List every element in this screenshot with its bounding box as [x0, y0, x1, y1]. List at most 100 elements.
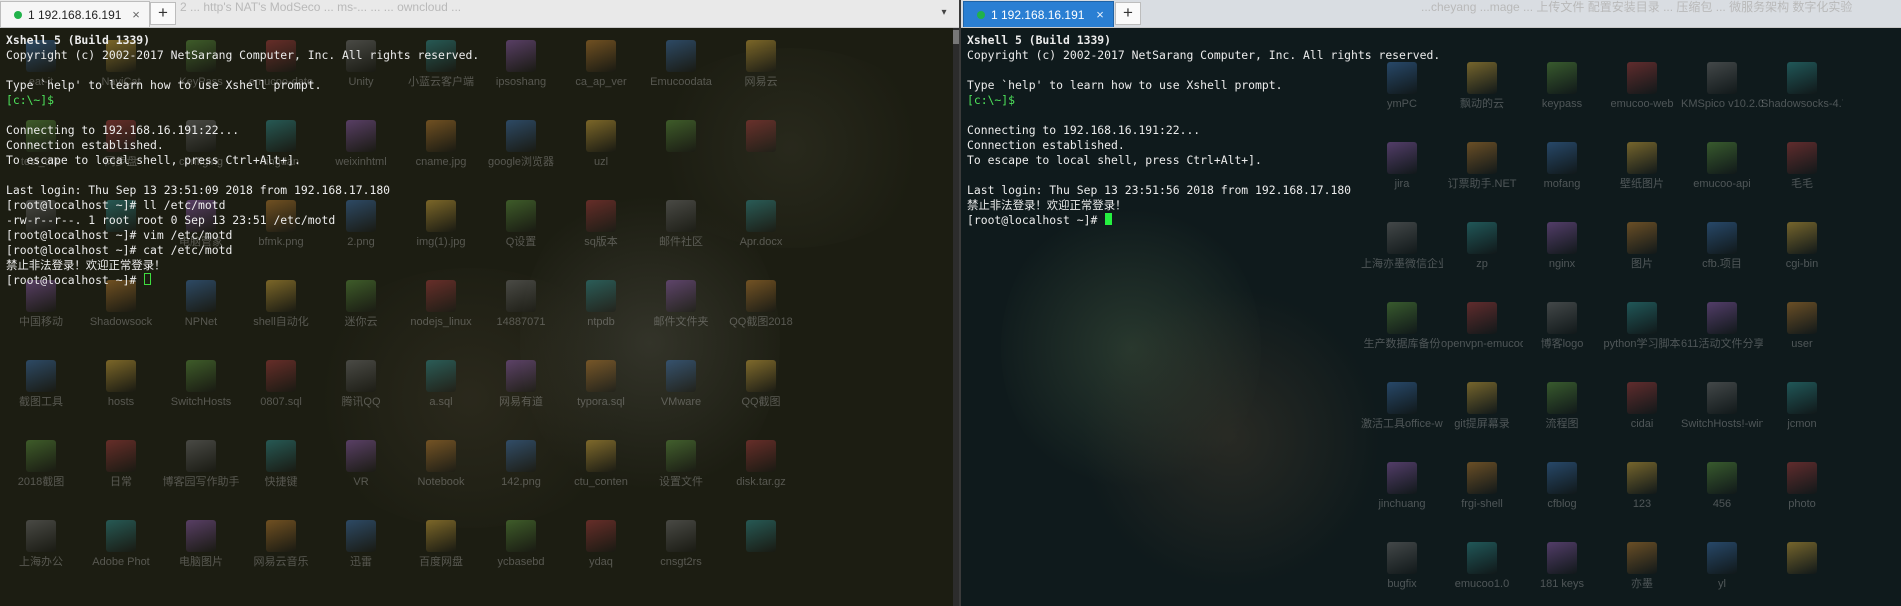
desktop-shortcut-label: a.sql — [429, 396, 453, 408]
tab-list-dropdown-icon[interactable]: ▾ — [935, 5, 953, 21]
desktop-shortcut-icon — [1787, 302, 1817, 334]
xshell-pane-right: ymPC 飘动的云 keypass emucoo-web KMSpico v10.2.0… — [961, 0, 1901, 606]
desktop-shortcut-label: 博客logo — [1540, 338, 1584, 350]
desktop-shortcut-icon — [746, 360, 776, 392]
desktop-taskbar-text: ...cheyang ...mage ... 上传文件 配置安装目录 ... 压… — [1421, 0, 1853, 14]
desktop-shortcut-label: 图片 — [1631, 258, 1653, 270]
desktop-shortcut-label: cidai — [1630, 418, 1654, 430]
desktop-shortcut-label: git提屏幕录 — [1454, 418, 1510, 430]
desktop-shortcut-label: ctu_conten — [574, 476, 628, 488]
desktop-shortcut-label: 邮件文件夹 — [653, 316, 709, 328]
desktop-shortcut-icon — [266, 440, 296, 472]
terminal-line: [root@localhost ~]# vim /etc/motd — [6, 228, 233, 242]
desktop-shortcut-label: 迷你云 — [344, 316, 378, 328]
desktop-shortcut-label: 激活工具office-windows — [1361, 418, 1443, 430]
desktop-shortcut-label: 611活动文件分享 — [1681, 338, 1763, 350]
session-tab-bar: ...cheyang ...mage ... 上传文件 配置安装目录 ... 压… — [961, 0, 1901, 28]
session-tab-bar: 2 ... http's NAT's ModSeco ... ms-... ..… — [0, 0, 959, 28]
desktop-shortcut-label: 电脑图片 — [179, 556, 223, 568]
desktop-shortcut-icon — [1467, 542, 1497, 574]
desktop-shortcut-icon — [506, 360, 536, 392]
desktop-shortcut-label: 设置文件 — [659, 476, 703, 488]
desktop-shortcut-icon — [186, 440, 216, 472]
terminal-line: [c:\~]$ — [6, 93, 55, 107]
desktop-shortcut-icon — [1707, 542, 1737, 574]
desktop-shortcut-label: 181 keys — [1539, 578, 1585, 590]
desktop-shortcut-label: 2018截图 — [17, 476, 65, 488]
add-tab-button[interactable]: + — [150, 2, 176, 25]
desktop-shortcut-label: disk.tar.gz — [736, 476, 786, 488]
desktop-shortcut-label: jcmon — [1787, 418, 1817, 430]
desktop-shortcut-icon — [666, 520, 696, 552]
session-tab[interactable]: 1 192.168.16.191 × — [0, 1, 150, 27]
close-tab-icon[interactable]: × — [1093, 7, 1107, 22]
desktop-shortcut-icon — [1787, 462, 1817, 494]
desktop-shortcut-label: ntpdb — [587, 316, 615, 328]
desktop-shortcut-label: 百度网盘 — [419, 556, 463, 568]
terminal-line: -rw-r--r--. 1 root root 0 Sep 13 23:51 /… — [6, 213, 336, 227]
desktop-shortcut-label: 截图工具 — [19, 396, 63, 408]
desktop-shortcut-icon — [426, 520, 456, 552]
desktop-shortcut-icon — [26, 520, 56, 552]
desktop-shortcut-label: python学习脚本 — [1603, 338, 1681, 350]
desktop-shortcut-icon — [266, 520, 296, 552]
desktop-shortcut-label: cgi-bin — [1785, 258, 1819, 270]
terminal-output[interactable]: Xshell 5 (Build 1339) Copyright (c) 2002-… — [6, 33, 953, 288]
desktop-shortcut-icon — [506, 440, 536, 472]
terminal-line: Type `help' to learn how to use Xshell p… — [967, 78, 1283, 92]
desktop-shortcut-label: jinchuang — [1378, 498, 1426, 510]
desktop-shortcut-icon — [1627, 542, 1657, 574]
desktop-shortcut-icon — [1387, 302, 1417, 334]
add-tab-button[interactable]: + — [1115, 2, 1141, 25]
terminal-line: To escape to local shell, press Ctrl+Alt… — [967, 153, 1262, 167]
desktop-shortcut-label: 142.png — [501, 476, 541, 488]
terminal-line: 禁止非法登录！欢迎正常登录！ — [967, 198, 1127, 212]
terminal-line: [root@localhost ~]# — [967, 213, 1895, 228]
desktop-shortcut-icon — [746, 520, 776, 552]
desktop-shortcut-icon — [346, 360, 376, 392]
desktop-shortcut-label: user — [1791, 338, 1813, 350]
desktop-taskbar-text: 2 ... http's NAT's ModSeco ... ms-... ..… — [180, 0, 462, 14]
desktop-shortcut-icon — [1547, 382, 1577, 414]
desktop-shortcut-label: 0807.sql — [260, 396, 302, 408]
desktop-shortcut-label: photo — [1788, 498, 1816, 510]
desktop-shortcut-icon — [106, 520, 136, 552]
session-tab-active[interactable]: 1 192.168.16.191 × — [963, 1, 1114, 27]
desktop-shortcut-icon — [1547, 462, 1577, 494]
desktop-shortcut-label: 博客园写作助手 — [162, 476, 240, 488]
terminal-line: [root@localhost ~]# cat /etc/motd — [6, 243, 233, 257]
terminal-cursor — [144, 273, 152, 285]
desktop-shortcut-label: Notebook — [417, 476, 465, 488]
terminal-output[interactable]: Xshell 5 (Build 1339) Copyright (c) 2002-… — [967, 33, 1895, 228]
terminal-line: Connecting to 192.168.16.191:22... — [967, 123, 1201, 137]
terminal-line: Xshell 5 (Build 1339) — [6, 33, 151, 47]
desktop-shortcut-label: 迅雷 — [350, 556, 372, 568]
desktop-shortcut-label: bugfix — [1387, 578, 1417, 590]
desktop-shortcut-label: typora.sql — [577, 396, 625, 408]
terminal-line: Copyright (c) 2002-2017 NetSarang Comput… — [6, 48, 480, 62]
desktop-shortcut-icon — [1387, 382, 1417, 414]
desktop-shortcut-label: ydaq — [589, 556, 613, 568]
desktop-shortcut-label: 123 — [1632, 498, 1652, 510]
terminal-line: [root@localhost ~]# ll /etc/motd — [6, 198, 226, 212]
desktop-shortcut-label: QQ截图 — [741, 396, 781, 408]
desktop-shortcut-label: 中国移动 — [19, 316, 63, 328]
desktop-shortcut-icon — [1707, 382, 1737, 414]
terminal-line: 禁止非法登录！欢迎正常登录！ — [6, 258, 166, 272]
desktop-shortcut-icon — [506, 520, 536, 552]
close-tab-icon[interactable]: × — [129, 7, 143, 22]
terminal-cursor — [1105, 213, 1113, 225]
desktop-shortcut-label: shell自动化 — [253, 316, 309, 328]
desktop-shortcut-icon — [746, 440, 776, 472]
desktop-shortcut-label: NPNet — [184, 316, 218, 328]
desktop-shortcut-label: cfb.项目 — [1702, 258, 1742, 270]
desktop-shortcut-label: cnsgt2rs — [660, 556, 702, 568]
desktop-shortcut-label: 上海办公 — [19, 556, 63, 568]
desktop-shortcut-label: zp — [1476, 258, 1488, 270]
terminal-line: Last login: Thu Sep 13 23:51:09 2018 fro… — [6, 183, 391, 197]
